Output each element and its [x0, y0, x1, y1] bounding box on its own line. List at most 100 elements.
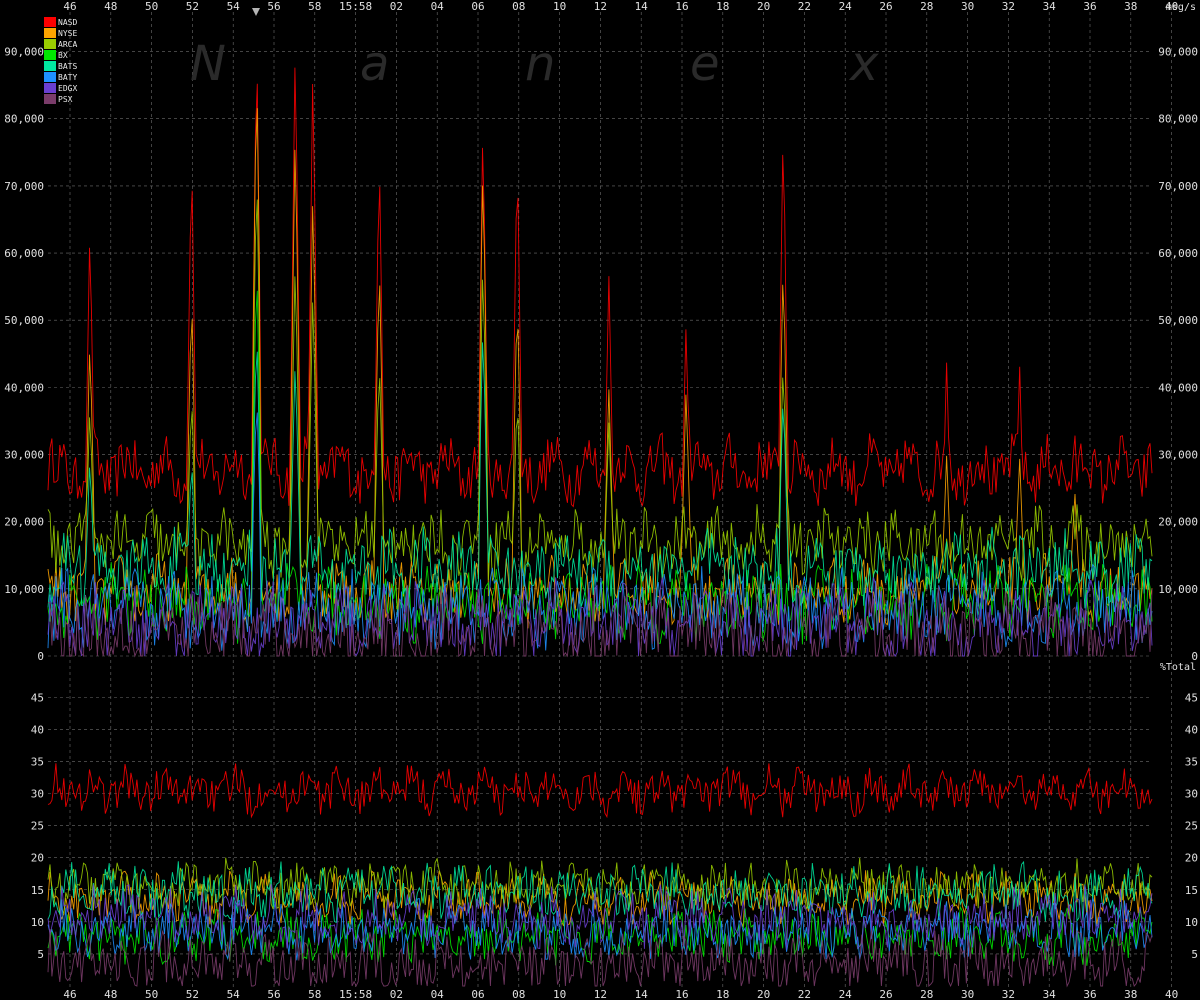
x-tick-label-bottom: 58 — [308, 988, 321, 1000]
x-tick-label-bottom: 10 — [553, 988, 566, 1000]
x-tick-label-bottom: 20 — [757, 988, 770, 1000]
y-tick-label-right: 45 — [1185, 691, 1198, 704]
legend-label: NASD — [58, 18, 77, 27]
x-tick-label-bottom: 30 — [961, 988, 974, 1000]
x-tick-label-top: 28 — [920, 0, 933, 13]
y-tick-label-right: 90,000 — [1158, 46, 1198, 59]
series-lines — [47, 67, 1153, 988]
x-tick-label-top: 20 — [757, 0, 770, 13]
x-tick-label-bottom: 18 — [716, 988, 729, 1000]
x-tick-label-top: 22 — [798, 0, 811, 13]
x-tick-label-top: 52 — [186, 0, 199, 13]
x-tick-label-bottom: 38 — [1124, 988, 1137, 1000]
legend-swatch — [44, 94, 56, 104]
x-tick-label-bottom: 32 — [1002, 988, 1015, 1000]
legend-label: BATY — [58, 73, 77, 82]
x-tick-label-bottom: 08 — [512, 988, 525, 1000]
y-tick-label-left: 30,000 — [4, 449, 44, 462]
x-tick-label-bottom: 04 — [431, 988, 445, 1000]
x-tick-label-top: 10 — [553, 0, 566, 13]
y-tick-label-left: 20,000 — [4, 516, 44, 529]
watermark-letter: e — [690, 36, 720, 92]
x-tick-label-top: 18 — [716, 0, 729, 13]
watermark-letter: a — [360, 36, 389, 92]
legend-label: PSX — [58, 95, 73, 104]
x-tick-label-bottom: 48 — [104, 988, 117, 1000]
x-tick-label-top: 36 — [1083, 0, 1096, 13]
watermark-letter: n — [525, 36, 555, 92]
y-tick-label-left: 45 — [31, 691, 44, 704]
y-tick-label-right: 30,000 — [1158, 449, 1198, 462]
x-tick-label-top: 12 — [594, 0, 607, 13]
legend-swatch — [44, 28, 56, 38]
y-tick-label-left: 70,000 — [4, 180, 44, 193]
x-tick-label-top: 56 — [267, 0, 280, 13]
y-tick-label-left: 0 — [37, 650, 44, 663]
series-line-nasd — [47, 67, 1153, 508]
x-tick-label-bottom: 14 — [635, 988, 649, 1000]
x-tick-label-bottom: 56 — [267, 988, 280, 1000]
y-tick-label-right: 30 — [1185, 788, 1198, 801]
x-tick-label-bottom: 15:58 — [339, 988, 372, 1000]
y-tick-label-left: 80,000 — [4, 113, 44, 126]
legend-swatch — [44, 72, 56, 82]
y-tick-label-left: 40,000 — [4, 381, 44, 394]
y-tick-label-right: 15 — [1185, 884, 1198, 897]
y-tick-label-left: 50,000 — [4, 314, 44, 327]
y-tick-label-right: 10,000 — [1158, 583, 1198, 596]
x-tick-label-bottom: 46 — [63, 988, 76, 1000]
x-tick-label-bottom: 36 — [1083, 988, 1096, 1000]
series-line-psx — [47, 928, 1153, 988]
x-tick-label-bottom: 12 — [594, 988, 607, 1000]
x-tick-label-top: 50 — [145, 0, 158, 13]
x-tick-label-bottom: 02 — [390, 988, 403, 1000]
watermark-letter: N — [190, 36, 226, 92]
y-tick-label-left: 20 — [31, 852, 44, 865]
y-tick-label-left: 35 — [31, 755, 44, 768]
watermark-letter: x — [848, 36, 879, 92]
legend-swatch — [44, 61, 56, 71]
legend: NASD NYSE ARCA BX BATS BATY EDGX PSX — [44, 17, 77, 104]
x-tick-label-top: 08 — [512, 0, 525, 13]
y-tick-label-left: 5 — [37, 948, 44, 961]
legend-label: BX — [58, 51, 68, 60]
x-tick-label-top: 02 — [390, 0, 403, 13]
y-tick-label-right: 80,000 — [1158, 113, 1198, 126]
x-tick-label-bottom: 40 — [1165, 988, 1178, 1000]
x-tick-label-top: 30 — [961, 0, 974, 13]
y-tick-label-left: 90,000 — [4, 46, 44, 59]
series-line-nasd — [47, 763, 1153, 819]
x-tick-label-top: 32 — [1002, 0, 1015, 13]
y-tick-label-right: 70,000 — [1158, 180, 1198, 193]
y-tick-label-left: 60,000 — [4, 247, 44, 260]
x-tick-label-top: 48 — [104, 0, 117, 13]
y-tick-label-right: 20 — [1185, 852, 1198, 865]
y-tick-label-right: 50,000 — [1158, 314, 1198, 327]
legend-label: NYSE — [58, 29, 77, 38]
x-tick-label-top: 54 — [227, 0, 241, 13]
x-tick-label-top: 26 — [879, 0, 892, 13]
x-tick-label-top: 46 — [63, 0, 76, 13]
y-tick-label-left: 10,000 — [4, 583, 44, 596]
grid — [48, 12, 1172, 990]
legend-label: ARCA — [58, 40, 77, 49]
line-chart: N a n e x 464648485050525254545656585815… — [4, 0, 1198, 1000]
x-tick-label-top: 14 — [635, 0, 649, 13]
legend-label: BATS — [58, 62, 77, 71]
legend-swatch — [44, 83, 56, 93]
x-tick-label-top: 38 — [1124, 0, 1137, 13]
y-tick-label-right: 10 — [1185, 916, 1198, 929]
y-tick-label-left: 30 — [31, 788, 44, 801]
axes: 464648485050525254545656585815:5815:5802… — [4, 0, 1198, 1000]
x-tick-label-bottom: 16 — [675, 988, 688, 1000]
y-tick-label-right: 35 — [1185, 755, 1198, 768]
x-tick-label-top: 16 — [675, 0, 688, 13]
bottom-unit-label: %Total — [1160, 662, 1196, 673]
x-tick-label-top: 58 — [308, 0, 321, 13]
time-marker-icon — [252, 8, 260, 16]
series-line-nyse — [47, 870, 1153, 927]
x-tick-label-bottom: 22 — [798, 988, 811, 1000]
y-tick-label-right: 5 — [1191, 948, 1198, 961]
x-tick-label-top: 34 — [1043, 0, 1057, 13]
x-tick-label-bottom: 26 — [879, 988, 892, 1000]
